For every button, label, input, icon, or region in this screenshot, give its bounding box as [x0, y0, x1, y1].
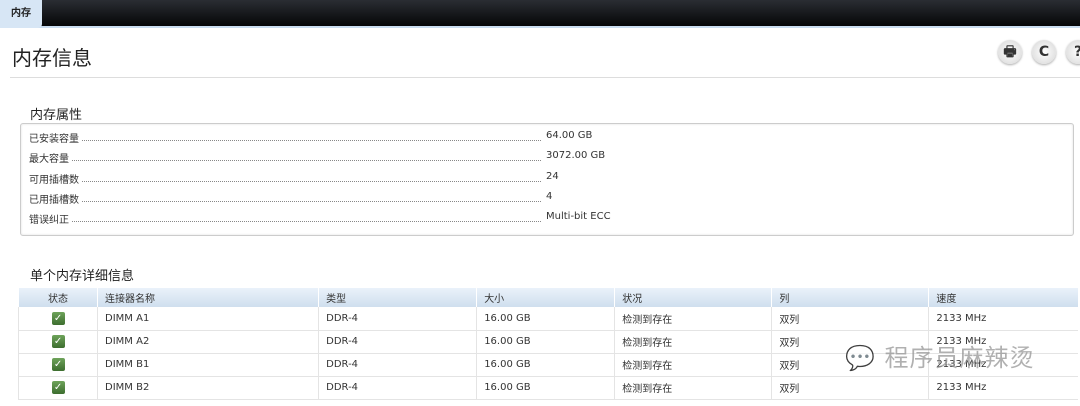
rank-cell: 双列 [771, 330, 929, 354]
size-cell: 16.00 GB [476, 330, 615, 354]
status-cell: ✓ [17, 307, 98, 331]
rank-cell: 双列 [771, 353, 929, 377]
memory-table: 状态 连接器名称 类型 大小 状况列速度 ✓ DIMM A1 DDR-4 16.00 GB 检测… [17, 288, 1078, 400]
help-icon[interactable]: ? [1066, 40, 1080, 64]
leader-line [29, 160, 541, 162]
properties-heading: 内存属性 [30, 108, 83, 123]
leader-line [29, 200, 541, 202]
print-icon[interactable]: 🖶 [998, 40, 1022, 64]
properties-box: 已安装容量 64.00 GB 最大容量 3072.00 GB 可用插槽数 24 已用插槽数 4… [20, 123, 1074, 236]
check-icon: ✓ [51, 381, 65, 394]
size-cell: 16.00 GB [476, 376, 615, 400]
property-row: 已用插槽数 4 [29, 190, 1069, 207]
property-label: 错误纠正 [29, 211, 71, 227]
property-value: Multi-bit ECC [546, 211, 611, 223]
property-label: 最大容量 [29, 150, 71, 166]
property-label: 已安装容量 [29, 130, 81, 145]
property-row: 可用插槽数 24 [29, 170, 1069, 187]
check-icon: ✓ [51, 335, 65, 348]
table-row[interactable]: ✓ DIMM A2 DDR-4 16.00 GB 检测到存在 双列 2133 MHz [17, 330, 1078, 354]
type-cell: DDR-4 [318, 307, 477, 331]
divider [10, 77, 1080, 78]
tab-memory[interactable]: 内存 [0, 0, 42, 28]
column-header[interactable]: 类型 [318, 288, 477, 307]
leader-line [29, 140, 541, 141]
column-header[interactable]: 状况 [614, 288, 772, 307]
name-cell: DIMM B1 [97, 353, 319, 377]
property-row: 已安装容量 64.00 GB [29, 130, 1069, 146]
table-row[interactable]: ✓ DIMM A1 DDR-4 16.00 GB 检测到存在 双列 2133 MHz [17, 307, 1078, 331]
column-header[interactable]: 大小 [476, 288, 615, 307]
check-icon: ✓ [51, 311, 65, 325]
type-cell: DDR-4 [318, 376, 477, 400]
cond-cell: 检测到存在 [614, 307, 772, 331]
column-header[interactable]: 状态 [17, 288, 98, 307]
property-row: 错误纠正 Multi-bit ECC [29, 211, 1069, 227]
column-header[interactable]: 速度 [928, 288, 1078, 307]
cond-cell: 检测到存在 [614, 330, 772, 354]
speed-cell: 2133 MHz [928, 353, 1078, 377]
refresh-icon[interactable]: C [1032, 40, 1056, 64]
name-cell: DIMM A2 [97, 330, 319, 354]
table-row[interactable]: ✓ DIMM B1 DDR-4 16.00 GB 检测到存在 双列 2133 MHz [17, 353, 1078, 377]
status-cell: ✓ [17, 376, 98, 400]
property-label: 可用插槽数 [29, 170, 81, 186]
rank-cell: 双列 [771, 376, 929, 400]
top-tab-bar: 内存 [0, 0, 1080, 28]
type-cell: DDR-4 [318, 330, 477, 354]
leader-line [29, 180, 541, 182]
rank-cell: 双列 [771, 307, 929, 331]
cond-cell: 检测到存在 [614, 353, 772, 377]
speed-cell: 2133 MHz [928, 330, 1078, 354]
speed-cell: 2133 MHz [928, 307, 1078, 331]
page-title: 内存信息 [12, 46, 92, 70]
speed-cell: 2133 MHz [928, 376, 1078, 400]
column-header[interactable]: 列 [771, 288, 929, 307]
check-icon: ✓ [51, 358, 65, 371]
leader-line [29, 221, 541, 223]
property-value: 64.00 GB [546, 130, 593, 141]
name-cell: DIMM B2 [97, 376, 319, 400]
property-row: 最大容量 3072.00 GB [29, 150, 1069, 166]
size-cell: 16.00 GB [476, 307, 615, 331]
status-cell: ✓ [17, 353, 98, 377]
property-label: 已用插槽数 [29, 190, 81, 206]
type-cell: DDR-4 [318, 353, 477, 377]
toolbar: 🖶 C ? [998, 40, 1080, 64]
property-value: 3072.00 GB [546, 150, 606, 162]
status-cell: ✓ [17, 330, 98, 354]
table-row[interactable]: ✓ DIMM B2 DDR-4 16.00 GB 检测到存在 双列 2133 MHz [17, 376, 1078, 400]
table-header: 状态 连接器名称 类型 大小 状况列速度 [17, 288, 1078, 307]
property-value: 4 [546, 190, 553, 202]
detail-heading: 单个内存详细信息 [30, 269, 135, 284]
property-value: 24 [546, 170, 559, 182]
name-cell: DIMM A1 [97, 307, 319, 331]
column-header[interactable]: 连接器名称 [97, 288, 319, 307]
size-cell: 16.00 GB [476, 353, 615, 377]
cond-cell: 检测到存在 [614, 376, 772, 400]
